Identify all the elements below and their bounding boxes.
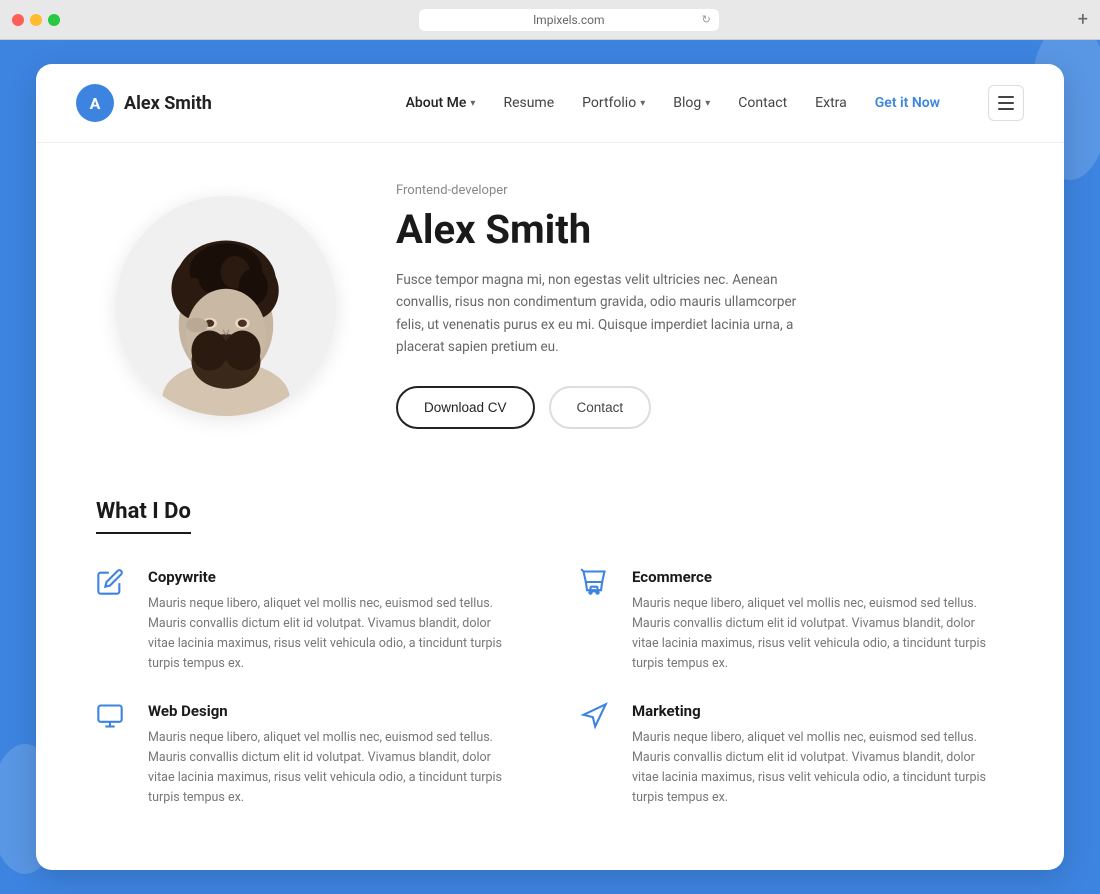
nav-cta-button[interactable]: Get it Now — [875, 95, 940, 111]
services-section: What I Do Copywrite Mauris neque libero,… — [36, 479, 1064, 848]
maximize-button[interactable] — [48, 14, 60, 26]
nav-portfolio[interactable]: Portfolio ▾ — [582, 95, 645, 111]
new-tab-button[interactable]: + — [1078, 9, 1088, 30]
hamburger-line — [998, 108, 1014, 110]
megaphone-icon — [580, 702, 616, 738]
chevron-down-icon: ▾ — [640, 98, 645, 109]
url-text: lmpixels.com — [533, 13, 604, 27]
url-bar[interactable]: lmpixels.com ↻ — [419, 9, 719, 31]
minimize-button[interactable] — [30, 14, 42, 26]
service-copywrite-title: Copywrite — [148, 568, 520, 586]
service-copywrite: Copywrite Mauris neque libero, aliquet v… — [96, 568, 520, 674]
avatar-container — [116, 196, 336, 416]
chevron-down-icon: ▾ — [705, 98, 710, 109]
service-webdesign: Web Design Mauris neque libero, aliquet … — [96, 702, 520, 808]
download-cv-button[interactable]: Download CV — [396, 386, 535, 429]
nav-links: About Me ▾ Resume Portfolio ▾ Blog ▾ Con… — [406, 85, 1024, 121]
traffic-lights — [12, 14, 60, 26]
service-marketing-desc: Mauris neque libero, aliquet vel mollis … — [632, 728, 1004, 808]
main-card: A Alex Smith About Me ▾ Resume Portfolio… — [36, 64, 1064, 870]
hamburger-line — [998, 96, 1014, 98]
services-title: What I Do — [96, 499, 191, 534]
hero-buttons: Download CV Contact — [396, 386, 984, 429]
address-bar: lmpixels.com ↻ — [68, 9, 1070, 31]
hero-section: Frontend-developer Alex Smith Fusce temp… — [36, 143, 1064, 479]
contact-button[interactable]: Contact — [549, 386, 652, 429]
service-copywrite-desc: Mauris neque libero, aliquet vel mollis … — [148, 594, 520, 674]
logo-name: Alex Smith — [124, 93, 212, 114]
service-marketing-title: Marketing — [632, 702, 1004, 720]
service-ecommerce-desc: Mauris neque libero, aliquet vel mollis … — [632, 594, 1004, 674]
pencil-icon — [96, 568, 132, 604]
hamburger-line — [998, 102, 1014, 104]
service-ecommerce-content: Ecommerce Mauris neque libero, aliquet v… — [632, 568, 1004, 674]
service-webdesign-desc: Mauris neque libero, aliquet vel mollis … — [148, 728, 520, 808]
service-webdesign-content: Web Design Mauris neque libero, aliquet … — [148, 702, 520, 808]
navbar: A Alex Smith About Me ▾ Resume Portfolio… — [36, 64, 1064, 143]
service-ecommerce-title: Ecommerce — [632, 568, 1004, 586]
logo-avatar: A — [76, 84, 114, 122]
nav-extra[interactable]: Extra — [815, 95, 847, 111]
browser-viewport: A Alex Smith About Me ▾ Resume Portfolio… — [0, 40, 1100, 894]
nav-blog[interactable]: Blog ▾ — [673, 95, 710, 111]
chevron-down-icon: ▾ — [470, 98, 475, 109]
testimonials-section: Testimonials — [36, 848, 1064, 870]
hero-name: Alex Smith — [396, 206, 984, 253]
avatar-image — [126, 216, 326, 416]
browser-chrome: lmpixels.com ↻ + — [0, 0, 1100, 40]
service-webdesign-title: Web Design — [148, 702, 520, 720]
hero-bio: Fusce tempor magna mi, non egestas velit… — [396, 269, 816, 358]
monitor-icon — [96, 702, 132, 738]
logo[interactable]: A Alex Smith — [76, 84, 212, 122]
store-icon — [580, 568, 616, 604]
nav-contact[interactable]: Contact — [738, 95, 787, 111]
nav-about-me[interactable]: About Me ▾ — [406, 95, 476, 111]
service-ecommerce: Ecommerce Mauris neque libero, aliquet v… — [580, 568, 1004, 674]
nav-resume[interactable]: Resume — [503, 95, 554, 111]
services-grid: Copywrite Mauris neque libero, aliquet v… — [96, 568, 1004, 808]
hero-subtitle: Frontend-developer — [396, 183, 984, 198]
service-marketing-content: Marketing Mauris neque libero, aliquet v… — [632, 702, 1004, 808]
refresh-icon[interactable]: ↻ — [702, 13, 711, 26]
close-button[interactable] — [12, 14, 24, 26]
hero-content: Frontend-developer Alex Smith Fusce temp… — [396, 183, 984, 429]
service-copywrite-content: Copywrite Mauris neque libero, aliquet v… — [148, 568, 520, 674]
hamburger-menu[interactable] — [988, 85, 1024, 121]
service-marketing: Marketing Mauris neque libero, aliquet v… — [580, 702, 1004, 808]
testimonials-title: Testimonials — [96, 868, 224, 870]
